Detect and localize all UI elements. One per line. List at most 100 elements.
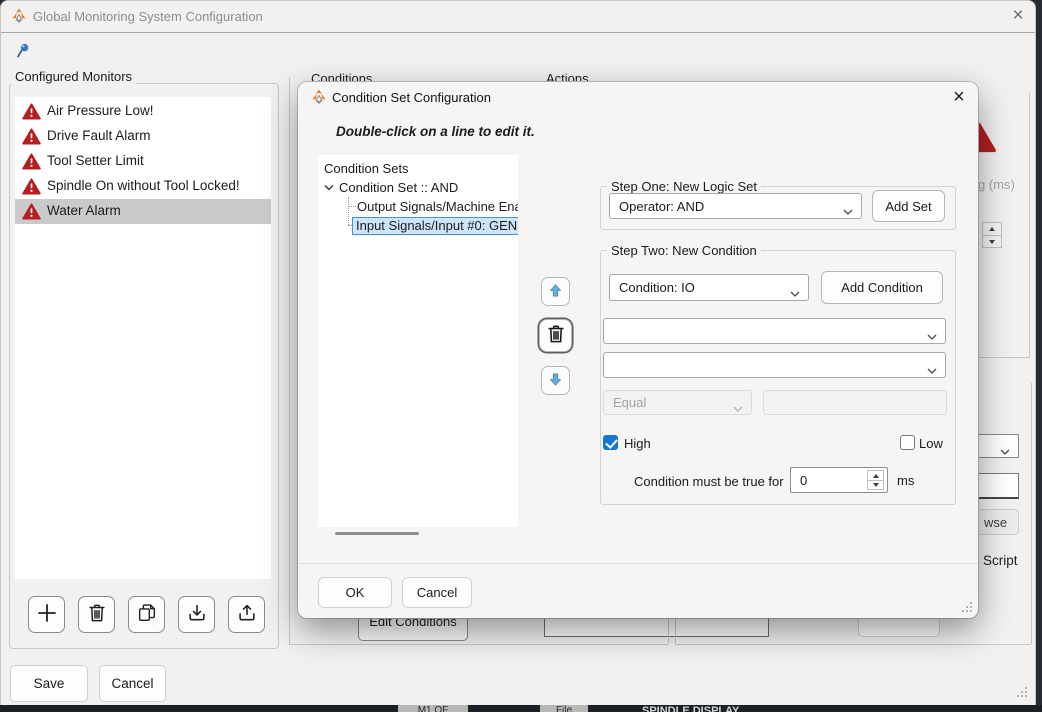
delete-node-button[interactable] — [539, 319, 572, 352]
monitor-row[interactable]: Air Pressure Low! — [15, 99, 271, 124]
strip-fragment: M1 OF — [398, 705, 468, 712]
import-monitor-button[interactable] — [178, 596, 215, 633]
spin-up-icon[interactable] — [868, 471, 883, 480]
tree-node-label: Output Signals/Machine Ena — [357, 199, 518, 214]
operator-combobox[interactable]: Operator: AND — [609, 193, 862, 219]
browse-label-fragment: wse — [984, 515, 1007, 530]
window-title: Global Monitoring System Configuration — [33, 9, 263, 24]
warning-icon — [22, 203, 41, 220]
step-two-label: Step Two: New Condition — [607, 243, 761, 258]
comparator-value-field — [763, 390, 947, 415]
plus-icon — [35, 601, 59, 628]
strip-fragment: SPINDLE DISPLAY — [642, 705, 739, 712]
add-set-button[interactable]: Add Set — [872, 190, 945, 222]
high-checkbox[interactable] — [603, 435, 618, 450]
signal-select-combobox[interactable] — [603, 352, 946, 378]
low-checkbox[interactable] — [900, 435, 915, 450]
duration-value: 0 — [800, 473, 807, 488]
background-app-strip: M1 OF File SPINDLE DISPLAY — [0, 705, 1042, 712]
arrow-down-icon — [548, 372, 563, 390]
step-one-label: Step One: New Logic Set — [607, 179, 761, 194]
tree-connector — [348, 197, 349, 225]
chevron-down-icon — [927, 328, 937, 343]
tree-node-input-selected[interactable]: Input Signals/Input #0: GEN — [352, 216, 518, 235]
condition-tree[interactable]: Condition Sets Condition Set :: AND Outp… — [318, 155, 518, 527]
arrow-up-icon — [548, 283, 563, 301]
duration-spinner[interactable]: 0 — [790, 467, 888, 493]
condition-type-value: Condition: IO — [619, 280, 695, 295]
spin-down-icon[interactable] — [868, 480, 883, 489]
conditions-group-bottom-border — [289, 644, 668, 645]
dialog-cancel-button[interactable]: Cancel — [402, 577, 472, 608]
warning-icon — [22, 178, 41, 195]
monitor-name: Tool Setter Limit — [47, 153, 144, 168]
warning-icon — [22, 128, 41, 145]
chevron-down-icon — [733, 400, 743, 415]
duration-label: Condition must be true for — [634, 474, 784, 489]
chevron-down-icon — [1000, 443, 1010, 458]
chevron-down-icon — [790, 285, 800, 300]
delete-monitor-button[interactable] — [78, 596, 115, 633]
group-border-right — [1029, 93, 1030, 357]
add-monitor-button[interactable] — [28, 596, 65, 633]
titlebar-separator — [1, 32, 1035, 33]
duplicate-monitor-button[interactable] — [128, 596, 165, 633]
add-condition-button[interactable]: Add Condition — [821, 271, 943, 304]
tree-node-set[interactable]: Condition Set :: AND — [324, 178, 458, 197]
monitor-list: Air Pressure Low! Drive Fault Alarm Tool… — [15, 97, 271, 579]
dialog-hint: Double-click on a line to edit it. — [336, 124, 535, 139]
tree-node-label: Input Signals/Input #0: GEN — [352, 217, 518, 235]
dialog-footer-separator — [298, 563, 978, 564]
trash-icon — [86, 602, 108, 627]
duration-unit-label: ms — [897, 473, 914, 488]
screen: Global Monitoring System Configuration ×… — [0, 0, 1042, 712]
monitor-row-selected[interactable]: Water Alarm — [15, 199, 271, 224]
high-checkbox-label: High — [624, 436, 651, 451]
comparator-combobox: Equal — [603, 390, 752, 415]
tree-hscrollbar[interactable] — [335, 532, 419, 535]
operator-value: Operator: AND — [619, 199, 704, 214]
lag-spinner[interactable] — [982, 222, 1002, 248]
tree-node-label: Condition Sets — [324, 161, 409, 176]
monitor-name: Spindle On without Tool Locked! — [47, 178, 240, 193]
dialog-close-button[interactable]: × — [946, 85, 972, 111]
condition-type-combobox[interactable]: Condition: IO — [609, 274, 809, 301]
upload-icon — [236, 602, 258, 627]
monitor-row[interactable]: Tool Setter Limit — [15, 149, 271, 174]
save-button[interactable]: Save — [10, 665, 88, 702]
tree-node-output[interactable]: Output Signals/Machine Ena — [357, 197, 518, 216]
window-resize-grip[interactable] — [1016, 686, 1027, 697]
chevron-down-icon[interactable] — [324, 184, 334, 191]
group-border-bottom — [979, 357, 1030, 358]
signal-type-combobox[interactable] — [603, 318, 946, 344]
lag-ms-label-fragment: g (ms) — [978, 177, 1015, 192]
app-logo-icon — [11, 8, 27, 24]
trash-icon — [545, 323, 567, 348]
dialog-title: Condition Set Configuration — [332, 90, 491, 105]
copy-icon — [136, 602, 158, 627]
actions-group-border-right — [1031, 383, 1032, 644]
cancel-button[interactable]: Cancel — [99, 665, 166, 702]
spin-down-icon[interactable] — [983, 235, 1001, 247]
chevron-down-icon — [927, 362, 937, 377]
dialog-resize-grip[interactable] — [961, 601, 972, 612]
chevron-down-icon — [843, 203, 853, 218]
window-close-button[interactable]: × — [1005, 5, 1031, 27]
conditions-group-border — [289, 77, 290, 644]
spin-up-icon[interactable] — [983, 223, 1001, 235]
pin-icon[interactable] — [15, 42, 31, 59]
export-monitor-button[interactable] — [228, 596, 265, 633]
ok-button[interactable]: OK — [318, 577, 392, 608]
low-checkbox-label: Low — [919, 436, 943, 451]
dialog-logo-icon — [311, 89, 327, 105]
monitor-name: Air Pressure Low! — [47, 103, 154, 118]
warning-icon — [22, 153, 41, 170]
monitor-row[interactable]: Spindle On without Tool Locked! — [15, 174, 271, 199]
tree-node-root[interactable]: Condition Sets — [324, 159, 409, 178]
monitor-row[interactable]: Drive Fault Alarm — [15, 124, 271, 149]
move-down-button[interactable] — [541, 366, 570, 395]
move-up-button[interactable] — [541, 277, 570, 306]
warning-icon — [22, 103, 41, 120]
comparator-value: Equal — [613, 395, 646, 410]
monitor-name: Water Alarm — [47, 203, 121, 218]
